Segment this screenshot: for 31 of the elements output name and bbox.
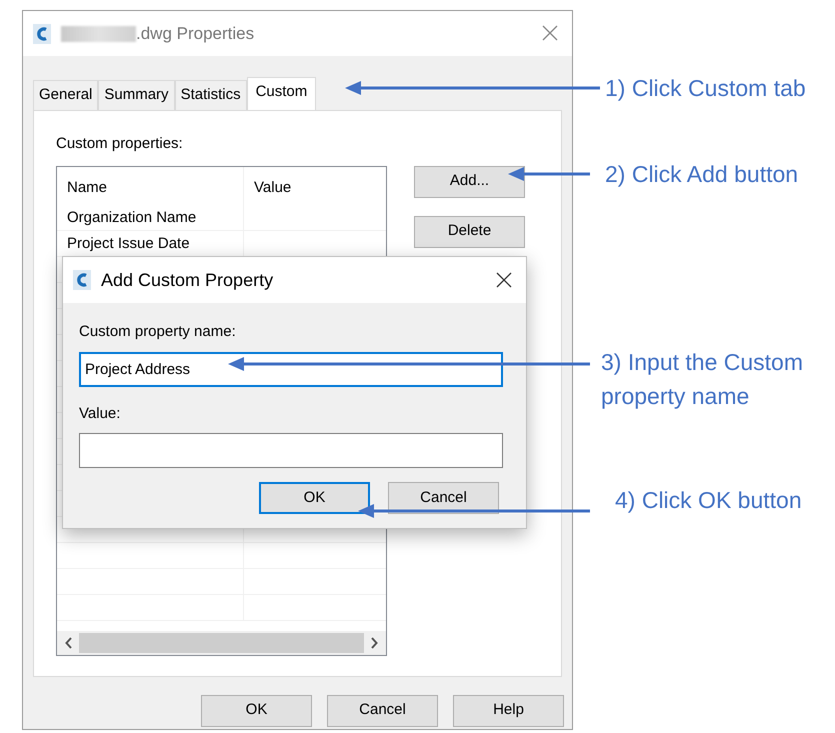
- field-label: Custom properties:: [56, 134, 184, 154]
- dialog-button[interactable]: Add...: [414, 166, 525, 198]
- dialog-title: Add Custom Property: [101, 268, 274, 292]
- column-header[interactable]: Value: [244, 166, 386, 204]
- app-icon: [73, 270, 91, 290]
- dialog-button[interactable]: Cancel: [388, 482, 499, 514]
- horizontal-scrollbar[interactable]: [57, 630, 386, 654]
- dialog-button[interactable]: OK: [201, 694, 312, 726]
- field-label: Value:: [79, 404, 122, 424]
- dialog-button[interactable]: OK: [259, 482, 370, 514]
- dialog-button[interactable]: Cancel: [327, 694, 438, 726]
- tab[interactable]: General: [33, 80, 98, 110]
- dialog-button[interactable]: Delete: [414, 216, 525, 248]
- window-title: .dwg Properties: [136, 22, 254, 45]
- table-cell: Organization Name: [57, 204, 244, 230]
- close-icon[interactable]: [496, 272, 512, 288]
- input-field[interactable]: [79, 433, 503, 468]
- input-field[interactable]: Project Address: [79, 352, 503, 386]
- annotation-text: 4) Click OK button: [615, 486, 802, 515]
- annotation-text: 1) Click Custom tab: [605, 74, 806, 103]
- field-label: Custom property name:: [79, 322, 237, 342]
- scroll-right-icon[interactable]: [370, 636, 378, 648]
- app-icon: [33, 24, 51, 44]
- tab[interactable]: Statistics: [174, 80, 247, 110]
- scroll-left-icon[interactable]: [65, 636, 73, 648]
- column-header[interactable]: Name: [57, 166, 244, 204]
- annotation-text: 3) Input the Custom property name: [601, 348, 804, 411]
- tab[interactable]: Custom: [246, 77, 316, 110]
- tab[interactable]: Summary: [98, 80, 175, 110]
- annotation-text: 2) Click Add button: [605, 160, 798, 189]
- dialog-button[interactable]: Help: [453, 694, 564, 726]
